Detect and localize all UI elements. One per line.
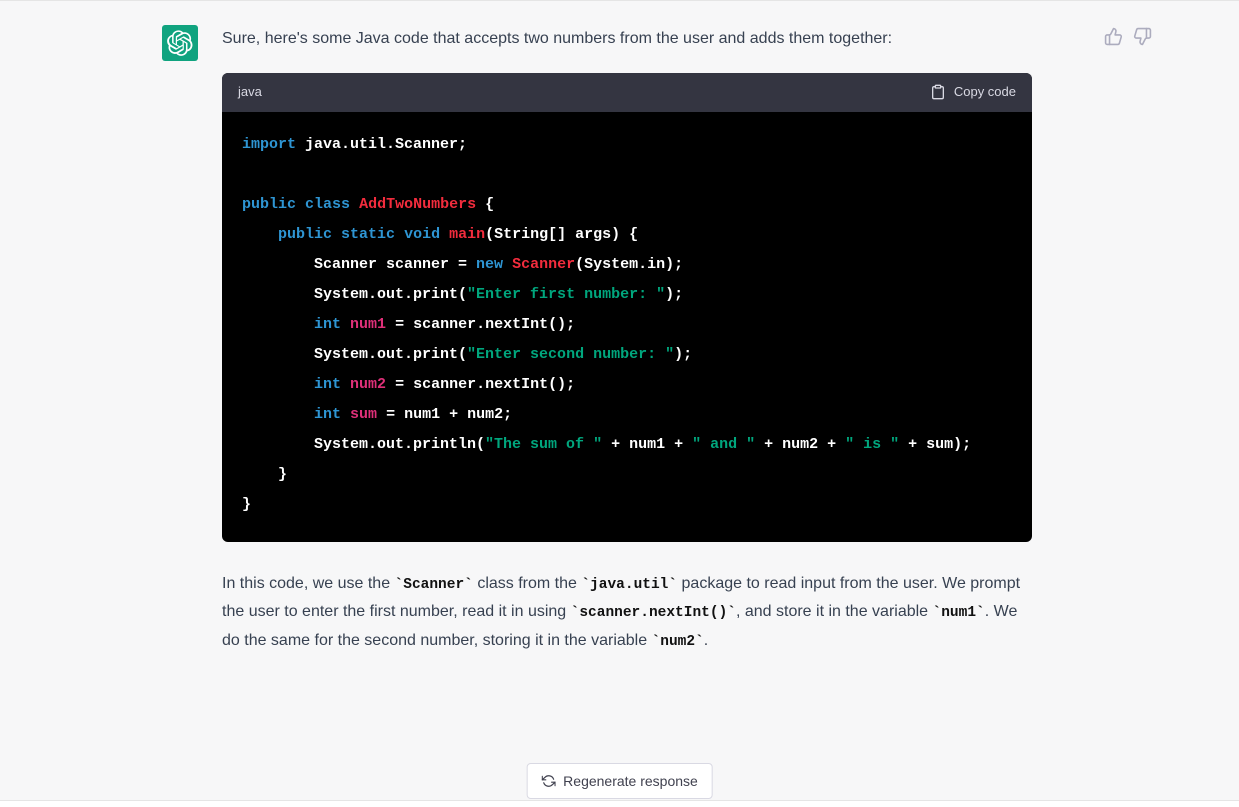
copy-code-label: Copy code: [954, 81, 1016, 104]
code-header: java Copy code: [222, 73, 1032, 112]
inline-code: `num1`: [933, 605, 985, 621]
inline-code: `num2`: [652, 634, 704, 650]
code-content[interactable]: import java.util.Scanner; public class A…: [222, 112, 1032, 542]
clipboard-icon: [930, 84, 946, 100]
refresh-icon: [541, 774, 555, 788]
thumbs-up-button[interactable]: [1104, 27, 1123, 46]
assistant-avatar: [162, 25, 198, 61]
copy-code-button[interactable]: Copy code: [930, 81, 1016, 104]
feedback-buttons: [1104, 27, 1152, 46]
assistant-message: Sure, here's some Java code that accepts…: [0, 1, 1239, 801]
openai-logo-icon: [167, 30, 193, 56]
thumbs-down-icon: [1133, 27, 1152, 46]
inline-code: `Scanner`: [395, 577, 473, 593]
inline-code: `java.util`: [581, 577, 677, 593]
thumbs-down-button[interactable]: [1133, 27, 1152, 46]
intro-text: Sure, here's some Java code that accepts…: [222, 25, 1032, 53]
regenerate-button[interactable]: Regenerate response: [526, 763, 713, 799]
regenerate-label: Regenerate response: [563, 773, 698, 789]
thumbs-up-icon: [1104, 27, 1123, 46]
code-block: java Copy code import java.util.Scanner;…: [222, 73, 1032, 542]
code-language-label: java: [238, 81, 262, 104]
explanation-text: In this code, we use the `Scanner` class…: [222, 570, 1032, 655]
message-content: Sure, here's some Java code that accepts…: [222, 25, 1032, 675]
inline-code: `scanner.nextInt()`: [571, 605, 736, 621]
